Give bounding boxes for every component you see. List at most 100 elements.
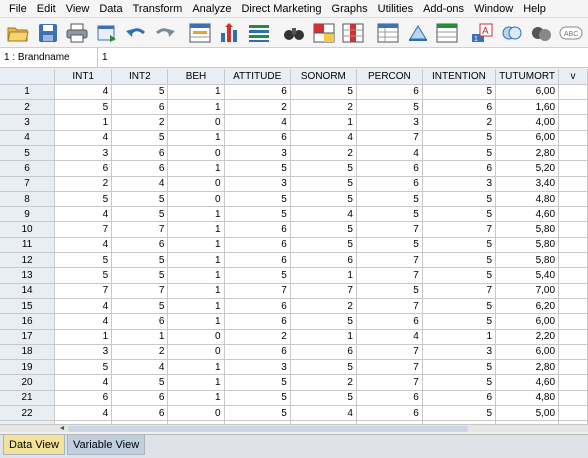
data-cell[interactable]: 5 xyxy=(111,191,169,208)
data-cell[interactable]: 6 xyxy=(422,99,497,116)
data-cell[interactable]: 5 xyxy=(356,283,423,299)
data-cell[interactable]: 2 xyxy=(290,145,357,162)
insert-cases-icon[interactable] xyxy=(312,21,336,45)
data-cell[interactable]: 5,20 xyxy=(495,160,560,177)
variables-icon[interactable] xyxy=(247,21,271,45)
data-cell[interactable]: 5 xyxy=(111,252,169,269)
undo-icon[interactable] xyxy=(124,21,148,45)
row-number[interactable]: 4 xyxy=(0,130,56,146)
data-cell[interactable]: 1 xyxy=(167,160,225,177)
data-cell[interactable]: 3 xyxy=(422,176,497,192)
data-cell[interactable]: 5 xyxy=(422,252,497,269)
row-number[interactable]: 2 xyxy=(0,99,56,116)
menu-graphs[interactable]: Graphs xyxy=(327,0,373,18)
data-cell[interactable]: 5 xyxy=(422,374,497,391)
data-cell[interactable]: 5 xyxy=(224,206,291,223)
redo-icon[interactable] xyxy=(153,21,177,45)
empty-cell[interactable] xyxy=(558,298,588,315)
data-cell[interactable]: 6 xyxy=(224,252,291,269)
empty-cell[interactable] xyxy=(558,191,588,208)
data-cell[interactable]: 2 xyxy=(224,99,291,116)
data-cell[interactable]: 1 xyxy=(54,114,113,131)
column-header[interactable]: BEH xyxy=(167,69,225,85)
row-number[interactable]: 9 xyxy=(0,206,56,223)
data-cell[interactable]: 7 xyxy=(224,283,291,299)
tab-data-view[interactable]: Data View xyxy=(3,435,65,455)
data-cell[interactable]: 5 xyxy=(290,84,357,101)
empty-cell[interactable] xyxy=(558,374,588,391)
row-number[interactable]: 17 xyxy=(0,329,56,345)
row-number[interactable]: 10 xyxy=(0,221,56,238)
data-cell[interactable]: 5 xyxy=(422,359,497,376)
data-cell[interactable]: 1 xyxy=(167,130,225,146)
menu-utilities[interactable]: Utilities xyxy=(373,0,418,18)
data-cell[interactable]: 2,20 xyxy=(495,329,560,345)
data-cell[interactable]: 3 xyxy=(224,145,291,162)
data-cell[interactable]: 3 xyxy=(356,114,423,131)
data-cell[interactable]: 2 xyxy=(111,344,169,361)
data-cell[interactable]: 1 xyxy=(167,267,225,284)
menu-direct-marketing[interactable]: Direct Marketing xyxy=(236,0,326,18)
row-number[interactable]: 11 xyxy=(0,237,56,254)
data-cell[interactable]: 1 xyxy=(167,374,225,391)
data-cell[interactable]: 1 xyxy=(54,329,113,345)
data-cell[interactable]: 5,00 xyxy=(495,405,560,422)
data-cell[interactable]: 3 xyxy=(422,344,497,361)
data-cell[interactable]: 0 xyxy=(167,191,225,208)
data-cell[interactable]: 7 xyxy=(356,252,423,269)
data-cell[interactable]: 1,60 xyxy=(495,99,560,116)
data-cell[interactable]: 4 xyxy=(111,176,169,192)
data-cell[interactable]: 1 xyxy=(167,283,225,299)
empty-cell[interactable] xyxy=(558,130,588,146)
row-number[interactable]: 15 xyxy=(0,298,56,315)
row-number[interactable]: 12 xyxy=(0,252,56,269)
data-cell[interactable]: 6 xyxy=(224,84,291,101)
data-cell[interactable]: 5 xyxy=(290,176,357,192)
row-number[interactable]: 5 xyxy=(0,145,56,162)
data-cell[interactable]: 5 xyxy=(54,191,113,208)
empty-cell[interactable] xyxy=(558,359,588,376)
data-cell[interactable]: 1 xyxy=(290,114,357,131)
data-cell[interactable]: 1 xyxy=(167,206,225,223)
data-cell[interactable]: 5 xyxy=(290,390,357,407)
data-cell[interactable]: 2 xyxy=(290,99,357,116)
data-cell[interactable]: 6 xyxy=(356,160,423,177)
data-cell[interactable]: 6,00 xyxy=(495,313,560,330)
data-cell[interactable]: 6 xyxy=(111,237,169,254)
column-header[interactable]: ATTITUDE xyxy=(224,69,291,85)
split-file-icon[interactable] xyxy=(376,21,400,45)
data-cell[interactable]: 6 xyxy=(356,405,423,422)
data-cell[interactable]: 1 xyxy=(167,298,225,315)
data-cell[interactable]: 4 xyxy=(290,206,357,223)
data-cell[interactable]: 6 xyxy=(224,130,291,146)
data-cell[interactable]: 0 xyxy=(167,344,225,361)
data-cell[interactable]: 5 xyxy=(54,267,113,284)
go-to-case-icon[interactable] xyxy=(188,21,212,45)
row-number[interactable]: 16 xyxy=(0,313,56,330)
data-cell[interactable]: 6,00 xyxy=(495,84,560,101)
empty-cell[interactable] xyxy=(558,160,588,177)
data-cell[interactable]: 5 xyxy=(422,298,497,315)
data-cell[interactable]: 6 xyxy=(54,390,113,407)
data-cell[interactable]: 0 xyxy=(167,176,225,192)
column-header[interactable]: SONORM xyxy=(290,69,357,85)
data-cell[interactable]: 4 xyxy=(290,130,357,146)
data-cell[interactable]: 5 xyxy=(224,160,291,177)
data-cell[interactable]: 2 xyxy=(422,114,497,131)
empty-cell[interactable] xyxy=(558,344,588,361)
menu-view[interactable]: View xyxy=(61,0,95,18)
scroll-left-icon[interactable]: ◄ xyxy=(58,425,66,433)
data-cell[interactable]: 5,80 xyxy=(495,252,560,269)
data-cell[interactable]: 2,80 xyxy=(495,145,560,162)
data-cell[interactable]: 6 xyxy=(422,390,497,407)
empty-cell[interactable] xyxy=(558,329,588,345)
data-cell[interactable]: 3 xyxy=(54,145,113,162)
row-number[interactable]: 21 xyxy=(0,390,56,407)
corner-cell[interactable] xyxy=(0,69,56,85)
data-cell[interactable]: 0 xyxy=(167,114,225,131)
empty-cell[interactable] xyxy=(558,114,588,131)
menu-file[interactable]: File xyxy=(4,0,32,18)
data-cell[interactable]: 0 xyxy=(167,405,225,422)
data-cell[interactable]: 6 xyxy=(224,237,291,254)
data-cell[interactable]: 6 xyxy=(111,313,169,330)
